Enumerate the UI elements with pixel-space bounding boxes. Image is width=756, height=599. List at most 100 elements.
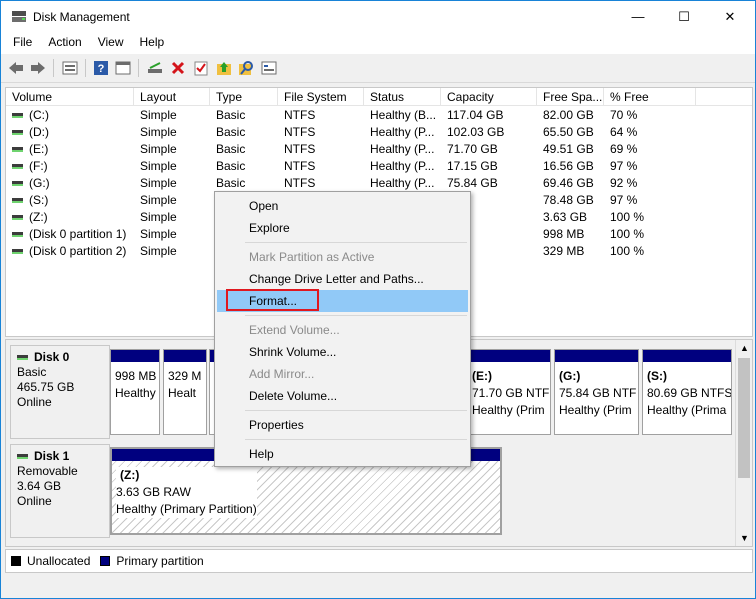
cell-percent-free: 100 % — [604, 226, 696, 243]
menu-explore[interactable]: Explore — [217, 217, 468, 239]
forward-icon[interactable] — [29, 59, 47, 77]
legend-primary: Primary partition — [116, 554, 204, 568]
cell-percent-free: 97 % — [604, 192, 696, 209]
cell-text: Healthy (P... — [370, 176, 435, 190]
primary-partition-swatch — [100, 556, 111, 566]
cell-text: 64 % — [610, 125, 638, 139]
connect-icon[interactable] — [146, 59, 164, 77]
partition-status: Healthy (Prim — [472, 403, 545, 417]
graphical-view-scrollbar[interactable]: ▲ ▼ — [735, 340, 752, 546]
cell-text: 329 MB — [543, 244, 585, 258]
volume-row[interactable]: (G:) Simple Basic NTFS Healthy (P... 75.84 GB… — [6, 175, 752, 192]
menu-help-item[interactable]: Help — [217, 443, 468, 465]
back-icon[interactable] — [7, 59, 25, 77]
search-icon[interactable] — [237, 59, 255, 77]
scrollbar-thumb[interactable] — [738, 358, 750, 478]
menu-action[interactable]: Action — [40, 32, 89, 54]
disk-type: Removable — [17, 464, 78, 478]
minimize-button[interactable]: — — [615, 1, 661, 32]
cell-text: Simple — [140, 244, 177, 258]
cell-text: 102.03 GB — [447, 125, 505, 139]
partition-disk0-g[interactable]: (G:) 75.84 GB NTF Healthy (Prim — [554, 349, 639, 435]
cell-text: (D:) — [29, 125, 49, 139]
settings-icon[interactable] — [260, 59, 278, 77]
cell-layout: Simple — [134, 209, 210, 226]
cell-text: (F:) — [29, 159, 48, 173]
column-free-space[interactable]: Free Spa... — [537, 88, 604, 106]
drive-icon — [12, 164, 23, 170]
menu-format[interactable]: Format... — [217, 290, 468, 312]
svg-text:?: ? — [98, 63, 105, 75]
cell-percent-free: 70 % — [604, 107, 696, 124]
cell-text: Healthy (B... — [370, 108, 437, 122]
disk-state: Online — [17, 494, 52, 508]
cell-text: Simple — [140, 193, 177, 207]
partition-disk0-s[interactable]: (S:) 80.69 GB NTFS Healthy (Prima — [642, 349, 732, 435]
menu-delete-volume[interactable]: Delete Volume... — [217, 385, 468, 407]
menu-view[interactable]: View — [90, 32, 132, 54]
partition-disk0-e[interactable]: (E:) 71.70 GB NTF Healthy (Prim — [467, 349, 551, 435]
menu-change-drive-letter[interactable]: Change Drive Letter and Paths... — [217, 268, 468, 290]
volume-row[interactable]: (C:) Simple Basic NTFS Healthy (B... 117.04 G… — [6, 107, 752, 124]
help-icon[interactable]: ? — [92, 59, 110, 77]
cell-text: 100 % — [610, 244, 645, 258]
column-volume[interactable]: Volume — [6, 88, 134, 106]
cell-layout: Simple — [134, 141, 210, 158]
menu-file[interactable]: File — [5, 32, 40, 54]
cell-text: Healthy (P... — [370, 142, 435, 156]
volume-row[interactable]: (D:) Simple Basic NTFS Healthy (P... 102.03 G… — [6, 124, 752, 141]
volume-row[interactable]: (E:) Simple Basic NTFS Healthy (P... 71.70 GB… — [6, 141, 752, 158]
context-menu: Open Explore Mark Partition as Active Ch… — [214, 191, 471, 467]
cell-text: (Z:) — [29, 210, 48, 224]
partition-disk0-1[interactable]: 998 MB Healthy — [110, 349, 160, 435]
disk-0-label[interactable]: Disk 0 Basic 465.75 GB Online — [10, 345, 110, 439]
cell-text: NTFS — [284, 142, 316, 156]
cell-volume: (Z:) — [6, 209, 134, 226]
scroll-up-icon[interactable]: ▲ — [740, 343, 749, 353]
cell-text: Simple — [140, 176, 177, 190]
menu-bar: File Action View Help — [1, 32, 755, 54]
maximize-button[interactable]: ☐ — [661, 1, 707, 32]
cell-text: NTFS — [284, 159, 316, 173]
volume-row[interactable]: (F:) Simple Basic NTFS Healthy (P... 17.15 GB… — [6, 158, 752, 175]
column-layout[interactable]: Layout — [134, 88, 210, 106]
cell-text: 117.04 GB — [447, 108, 504, 122]
disk-name: Disk 1 — [34, 449, 70, 463]
drive-icon — [12, 113, 23, 119]
menu-open[interactable]: Open — [217, 195, 468, 217]
drive-icon — [17, 355, 28, 361]
cell-volume: (Disk 0 partition 1) — [6, 226, 134, 243]
column-file-system[interactable]: File System — [278, 88, 364, 106]
maximize-icon: ☐ — [678, 8, 690, 24]
column-capacity[interactable]: Capacity — [441, 88, 537, 106]
cell-status: Healthy (P... — [364, 141, 441, 158]
check-icon[interactable] — [192, 59, 210, 77]
partition-status: Healthy — [115, 386, 156, 400]
cell-volume: (E:) — [6, 141, 134, 158]
column-percent-free[interactable]: % Free — [604, 88, 696, 106]
column-type[interactable]: Type — [210, 88, 278, 106]
cell-text: (Disk 0 partition 1) — [29, 227, 127, 241]
cell-free-space: 65.50 GB — [537, 124, 604, 141]
cell-file-system: NTFS — [278, 124, 364, 141]
disk-list-icon[interactable] — [61, 59, 79, 77]
partition-disk0-2[interactable]: 329 M Healt — [163, 349, 207, 435]
close-button[interactable]: ✕ — [707, 1, 753, 32]
menu-shrink-volume[interactable]: Shrink Volume... — [217, 341, 468, 363]
cell-free-space: 78.48 GB — [537, 192, 604, 209]
cell-layout: Simple — [134, 243, 210, 260]
properties-icon[interactable] — [114, 59, 132, 77]
delete-icon[interactable] — [169, 59, 187, 77]
disk-1-label[interactable]: Disk 1 Removable 3.64 GB Online — [10, 444, 110, 538]
menu-properties[interactable]: Properties — [217, 414, 468, 436]
menu-help[interactable]: Help — [132, 32, 173, 54]
cell-capacity: 117.04 GB — [441, 107, 537, 124]
drive-icon — [12, 249, 23, 255]
partition-size: 80.69 GB NTFS — [647, 386, 732, 400]
scroll-down-icon[interactable]: ▼ — [740, 533, 749, 543]
cell-text: 998 MB — [543, 227, 585, 241]
column-status[interactable]: Status — [364, 88, 441, 106]
partition-size: 71.70 GB NTF — [472, 386, 550, 400]
cell-text: Simple — [140, 142, 177, 156]
folder-up-icon[interactable] — [215, 59, 233, 77]
